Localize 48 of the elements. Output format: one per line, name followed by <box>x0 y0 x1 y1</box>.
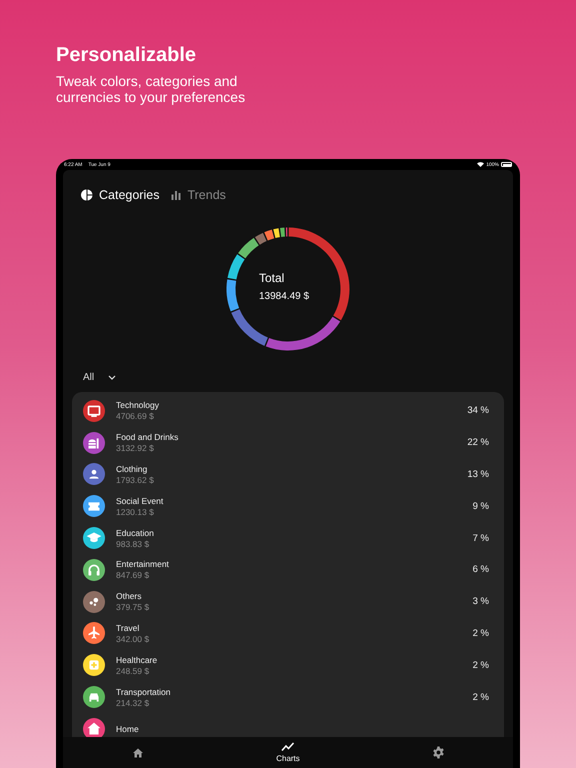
category-amount: 847.69 $ <box>116 570 150 580</box>
category-percent: 34 % <box>467 405 489 416</box>
nav-item[interactable]: Charts <box>213 737 363 768</box>
category-percent: 7 % <box>472 532 489 544</box>
category-name: Others <box>116 591 142 602</box>
category-amount: 248.59 $ <box>116 666 150 676</box>
category-name: Clothing <box>116 464 148 474</box>
line-chart-icon <box>281 742 295 752</box>
category-percent: 2 % <box>472 660 489 671</box>
bar-chart-icon <box>171 190 182 200</box>
category-amount: 983.83 $ <box>116 538 150 549</box>
donut-slice <box>228 254 245 280</box>
category-percent: 6 % <box>472 564 489 576</box>
home-icon <box>132 746 144 758</box>
pie-chart-icon <box>81 189 93 201</box>
category-name: Travel <box>116 622 140 633</box>
category-name: Healthcare <box>116 654 158 665</box>
category-name: Entertainment <box>116 559 169 570</box>
filter-dropdown[interactable]: All <box>83 372 116 383</box>
promo-subtitle: Tweak colors, categories and currencies to your preferences <box>56 73 246 105</box>
category-name: Technology <box>116 400 160 410</box>
settings-icon <box>432 746 444 759</box>
category-name: Home <box>116 724 139 734</box>
category-percent: 9 % <box>472 500 489 512</box>
category-amount: 3132.92 $ <box>116 443 154 454</box>
total-label: Total <box>259 271 284 285</box>
category-percent: 22 % <box>467 437 489 448</box>
chevron-down-icon <box>108 375 116 380</box>
category-percent: 2 % <box>472 628 489 639</box>
category-percent: 3 % <box>472 596 489 608</box>
promo-title: Personalizable <box>56 44 196 67</box>
category-amount: 379.75 $ <box>116 602 150 612</box>
category-name: Education <box>116 528 154 538</box>
category-amount: 1230.13 $ <box>116 506 154 517</box>
category-name: Transportation <box>116 686 170 697</box>
wifi-icon <box>477 162 484 167</box>
category-amount: 4706.69 $ <box>116 411 154 422</box>
category-percent: 13 % <box>467 468 489 480</box>
category-name: Social Event <box>116 496 164 506</box>
category-amount: 214.32 $ <box>116 698 150 708</box>
total-amount: 13984.49 $ <box>259 291 310 302</box>
category-amount: 342.00 $ <box>116 634 150 644</box>
category-name: Food and Drinks <box>116 432 178 442</box>
tab[interactable]: Trends <box>171 188 226 202</box>
battery-icon <box>501 162 512 167</box>
category-amount: 1793.62 $ <box>116 474 154 485</box>
tab[interactable]: Categories <box>81 188 160 202</box>
category-percent: 2 % <box>472 692 489 703</box>
